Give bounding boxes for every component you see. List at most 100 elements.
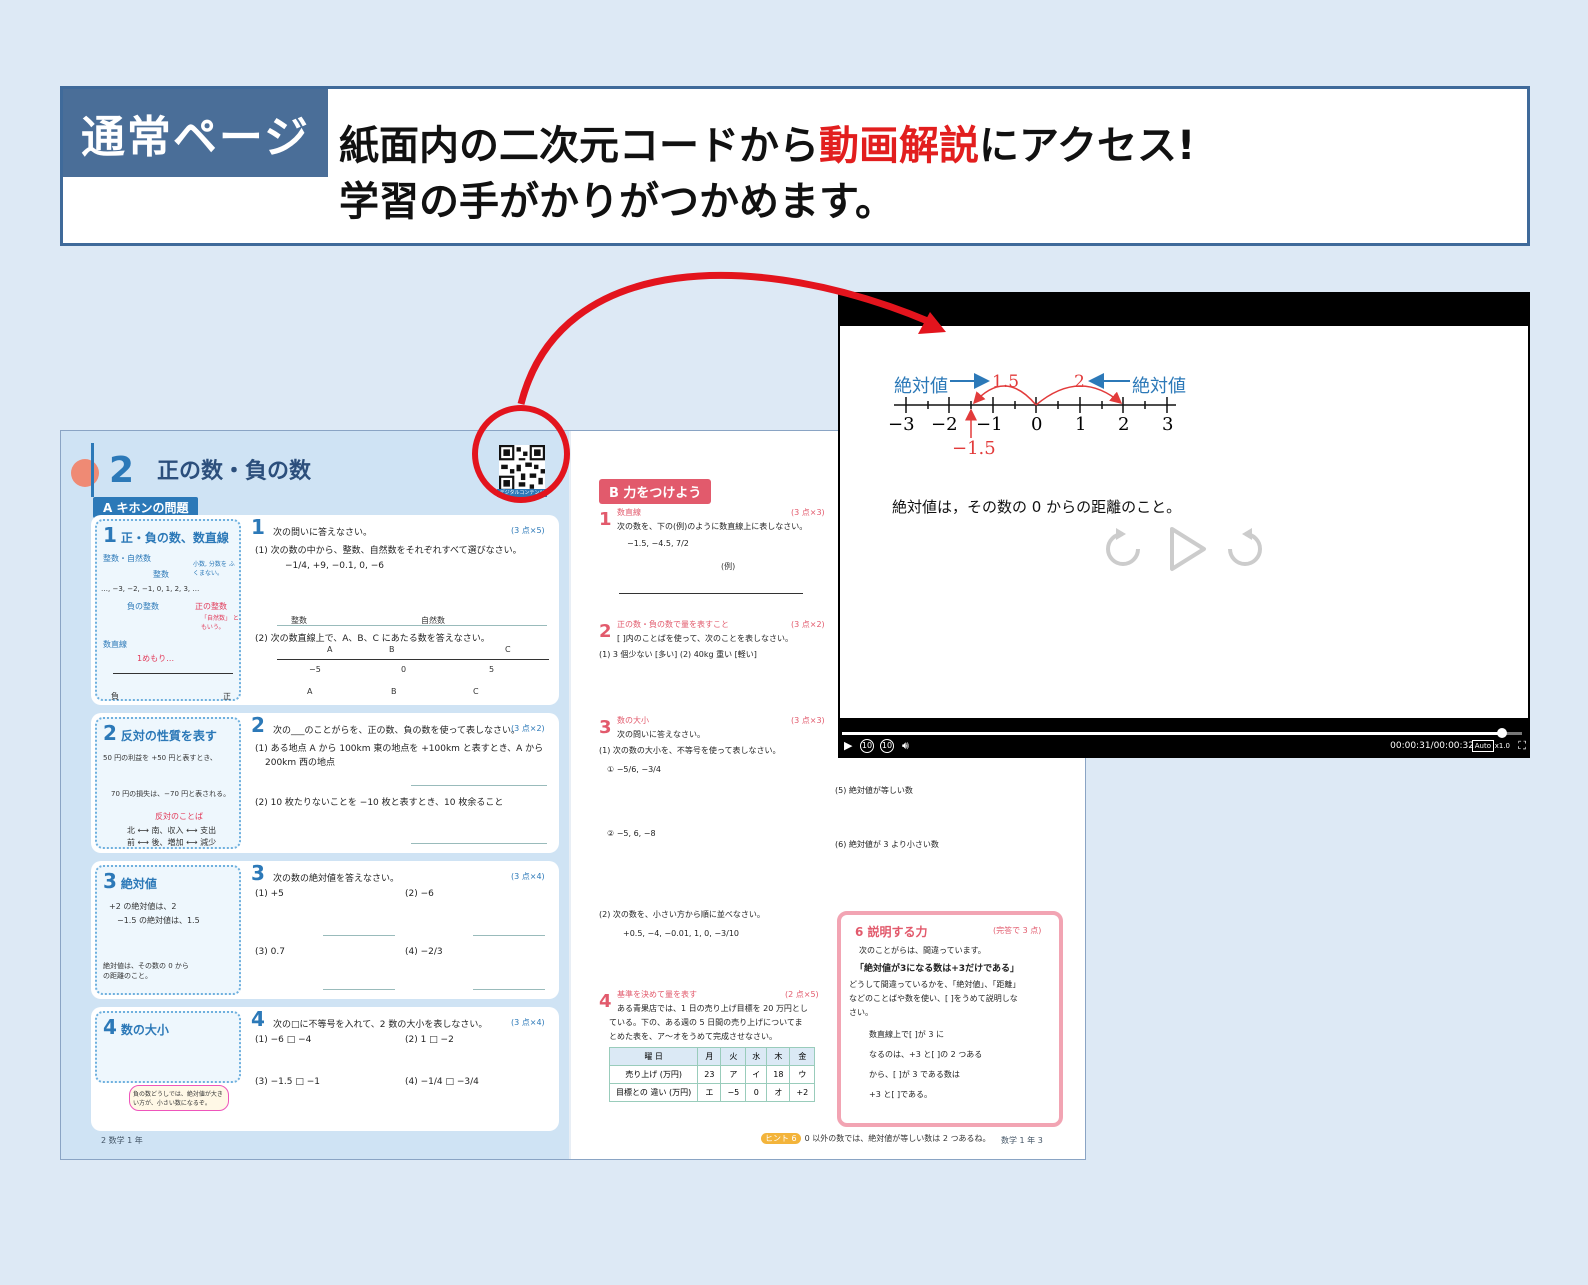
question-4-points: (3 点×4) — [511, 1018, 545, 1027]
table-cell[interactable]: ウ — [789, 1065, 816, 1084]
table-header-cell: 水 — [745, 1047, 768, 1066]
answer-line[interactable] — [411, 843, 547, 844]
seek-bar[interactable] — [842, 728, 1522, 738]
explain-fill-1[interactable]: 数直線上で[ ]が 3 に — [869, 1029, 944, 1040]
section-banner-b: B 力をつけよう — [599, 479, 712, 504]
question-4-item-4: (4) −1/4 □ −3/4 — [405, 1077, 479, 1087]
left-page-footer: 2 数学 1 年 — [101, 1136, 143, 1145]
answer-line[interactable] — [277, 625, 547, 626]
quality-button[interactable]: Auto — [1471, 740, 1494, 752]
time-display: 00:00:31/00:00:32 — [1390, 741, 1474, 751]
table-cell: −5 — [720, 1083, 747, 1102]
table-cell: 0 — [745, 1083, 768, 1102]
question-4-item-3: (3) −1.5 □ −1 — [255, 1077, 320, 1087]
right-q1-points: (3 点×3) — [791, 508, 825, 517]
question-card-4: 4 数の大小 負の数どうしでは、絶対値が大きい方が、小さい数になるぞ。 4 次の□… — [91, 1007, 559, 1131]
summary-heading-4: 4 数の大小 — [103, 1015, 169, 1039]
question-2-part-2: (2) 10 枚たりないことを −10 枚と表すとき、10 枚余ること — [255, 798, 504, 808]
right-q4-text-3: とめた表を、ア〜オをうめて完成させなさい。 — [609, 1032, 777, 1041]
fullscreen-icon[interactable]: ⛶ — [1518, 738, 1526, 754]
negative-integer-label: 負の整数 — [127, 602, 159, 611]
sales-table: 曜 日 月 火 水 木 金 売り上げ (万円) 23 ア イ 18 ウ 目標との… — [608, 1047, 816, 1102]
answer-line[interactable] — [473, 989, 545, 990]
question-3-item-3: (3) 0.7 — [255, 947, 285, 957]
summary-panel-4: 4 数の大小 — [95, 1011, 241, 1083]
table-row: 売り上げ (万円) 23 ア イ 18 ウ — [608, 1065, 816, 1084]
banner-highlight: 動画解説 — [819, 123, 979, 169]
right-question-number-4: 4 — [599, 991, 612, 1012]
right-question-number-2: 2 — [599, 621, 612, 642]
unit-number: 2 — [91, 443, 149, 497]
question-number-3: 3 — [251, 861, 265, 885]
question-3-intro: 次の数の絶対値を答えなさい。 — [273, 874, 400, 884]
table-cell[interactable]: イ — [745, 1065, 768, 1084]
explain-fill-2[interactable]: なるのは、+3 と[ ]の 2 つある — [869, 1049, 982, 1060]
play-small-icon[interactable]: ▶ — [844, 738, 852, 754]
volume-icon[interactable]: 🔊︎ — [902, 738, 909, 754]
question-1-number-line — [277, 659, 549, 660]
question-1-part-1: (1) 次の数の中から、整数、自然数をそれぞれすべて選びなさい。 — [255, 546, 522, 556]
summary-subheading: 整数・自然数 — [103, 554, 151, 563]
video-player[interactable]: 絶対値 1.5 2 絶対値 −3 −2 −1 0 1 2 3 −1.5 絶対値は… — [838, 292, 1530, 758]
right-q3-text: 次の問いに答えなさい。 — [617, 730, 705, 739]
answer-line[interactable] — [473, 935, 545, 936]
right-q6-item: (6) 絶対値が 3 より小さい数 — [835, 840, 939, 849]
absolute-example-1: +2 の絶対値は、2 — [109, 902, 177, 911]
summary-heading-3: 3 絶対値 — [103, 869, 157, 893]
point-b-label: B — [389, 645, 395, 654]
seek-handle[interactable] — [1496, 728, 1507, 738]
opposite-example: 50 円の利益を +50 円と表すとき、 — [103, 754, 217, 762]
table-cell[interactable]: エ — [697, 1083, 722, 1102]
question-card-2: 2 反対の性質を表す 50 円の利益を +50 円と表すとき、 70 円の損失は、… — [91, 713, 559, 853]
skip-back-icon[interactable]: 10 — [860, 739, 874, 753]
table-header-cell: 火 — [720, 1047, 747, 1066]
right-q3-points: (3 点×3) — [791, 716, 825, 725]
table-cell[interactable]: オ — [766, 1083, 791, 1102]
question-4-item-1: (1) −6 □ −4 — [255, 1035, 312, 1045]
integer-label: 整数 — [153, 570, 169, 579]
tick-label: 5 — [489, 665, 495, 674]
example-label: (例) — [721, 562, 736, 571]
opposite-example-2: 70 円の損失は、−70 円と表される。 — [111, 790, 231, 798]
explain-box-text-2: どうして間違っているかを、「絶対値」、「距離」 — [849, 980, 1021, 989]
explain-fill-4[interactable]: +3 と[ ]である。 — [869, 1089, 932, 1100]
table-cell: 18 — [766, 1065, 791, 1084]
play-icon[interactable] — [1162, 524, 1212, 574]
unit-label: 1めもり… — [137, 654, 175, 663]
point-c-label: C — [505, 645, 511, 654]
banner-tag: 通常ページ — [63, 89, 328, 177]
answer-line[interactable] — [323, 935, 395, 936]
tick-label: 0 — [1031, 414, 1043, 435]
question-2-points: (3 点×2) — [511, 724, 545, 733]
negative-direction: 負 — [111, 692, 119, 701]
table-row: 目標との 違い (万円) エ −5 0 オ +2 — [608, 1083, 816, 1102]
tick-label: 2 — [1118, 414, 1130, 435]
answer-line[interactable] — [411, 785, 547, 786]
question-3-item-2: (2) −6 — [405, 889, 434, 899]
summary-heading-1: 1 正・負の数、数直線 — [103, 523, 229, 547]
skip-forward-icon[interactable]: 10 — [880, 739, 894, 753]
right-q4-text: ある青果店では、1 日の売り上げ目標を 20 万円とし — [617, 1004, 808, 1013]
forward-icon[interactable] — [1220, 524, 1270, 574]
right-q1-number-line — [619, 593, 803, 594]
explain-box-quote: 「絶対値が3になる数は+3だけである」 — [855, 964, 1019, 974]
summary-panel-2: 2 反対の性質を表す 50 円の利益を +50 円と表すとき、 70 円の損失は、… — [95, 717, 241, 849]
explain-fill-3[interactable]: から、[ ]が 3 である数は — [869, 1069, 960, 1080]
absolute-example-2: −1.5 の絶対値は、1.5 — [117, 916, 200, 925]
answer-line[interactable] — [323, 989, 395, 990]
right-question-number-1: 1 — [599, 509, 612, 530]
question-3-item-4: (4) −2/3 — [405, 947, 443, 957]
right-q2-points: (3 点×2) — [791, 620, 825, 629]
question-2-part-1b: 200km 西の地点 — [265, 758, 336, 768]
summary-panel-1: 1 正・負の数、数直線 整数・自然数 …, −3, −2, −1, 0, 1, 2… — [95, 519, 241, 701]
mascot-speech-bubble: 負の数どうしでは、絶対値が大きい方が、小さい数になるぞ。 — [129, 1085, 229, 1111]
right-q3-numbers: +0.5, −4, −0.01, 1, 0, −3/10 — [623, 929, 740, 938]
tick-label: −2 — [931, 414, 958, 435]
video-frame[interactable]: 絶対値 1.5 2 絶対値 −3 −2 −1 0 1 2 3 −1.5 絶対値は… — [840, 326, 1528, 718]
right-q1-heading: 数直線 — [617, 508, 641, 517]
question-1-numbers: −1/4, +9, −0.1, 0, −6 — [285, 561, 385, 571]
speed-button[interactable]: x1.0 — [1495, 738, 1510, 754]
table-cell[interactable]: ア — [720, 1065, 747, 1084]
rewind-icon[interactable] — [1098, 524, 1148, 574]
table-header-cell: 月 — [697, 1047, 722, 1066]
